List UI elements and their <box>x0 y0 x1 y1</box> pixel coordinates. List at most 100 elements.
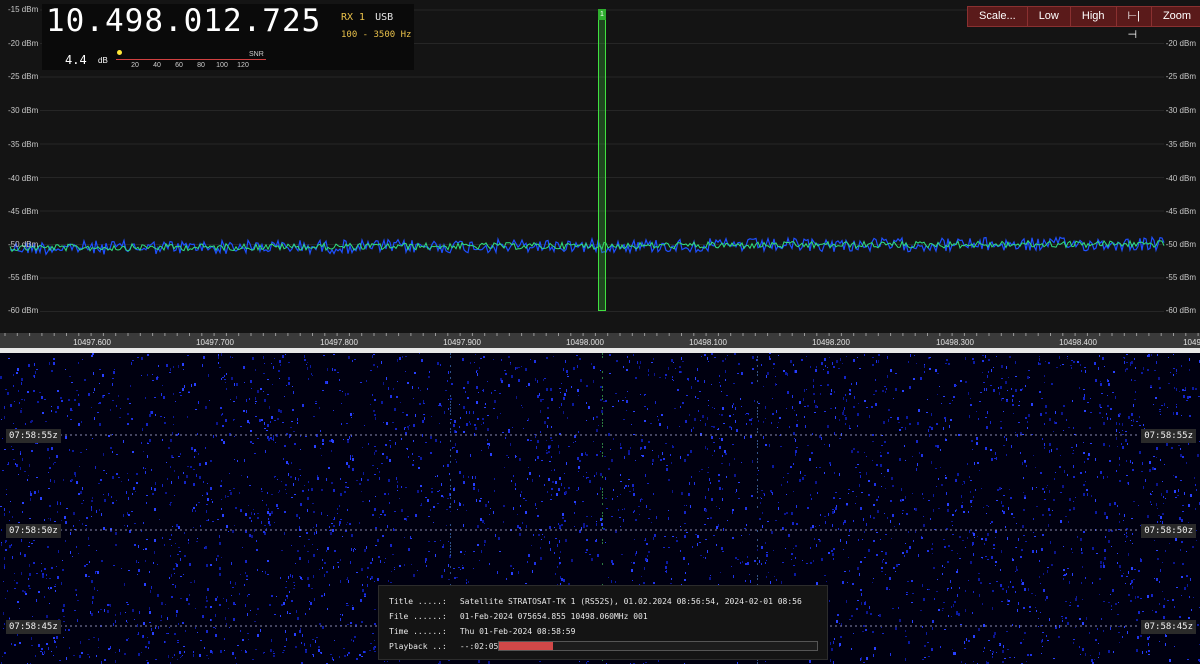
waterfall-pixel <box>401 509 403 512</box>
waterfall-pixel <box>151 628 152 631</box>
waterfall-pixel <box>305 649 307 650</box>
waterfall-pixel <box>998 387 999 389</box>
waterfall-pixel <box>1168 357 1169 358</box>
waterfall-pixel <box>973 591 974 593</box>
waterfall-pixel <box>428 551 430 552</box>
waterfall-pixel <box>1182 505 1184 506</box>
waterfall-pixel <box>173 416 174 418</box>
waterfall-pixel <box>487 443 489 445</box>
waterfall-pixel <box>644 420 646 422</box>
waterfall-pixel <box>177 659 178 660</box>
spectrum-display[interactable]: -15 dBm -20 dBm -25 dBm -30 dBm -35 dBm … <box>0 0 1200 333</box>
waterfall-pixel <box>225 495 226 498</box>
timestamp-right: 07:58:50z <box>1141 524 1196 538</box>
waterfall-pixel <box>552 481 554 483</box>
waterfall-pixel <box>459 503 461 506</box>
rx-mode[interactable]: RX 1 USB <box>341 12 393 23</box>
waterfall-pixel <box>794 410 795 411</box>
waterfall-pixel <box>1039 356 1040 357</box>
waterfall-pixel <box>389 459 391 462</box>
waterfall-pixel <box>375 527 377 529</box>
waterfall-pixel <box>982 355 984 356</box>
waterfall-pixel <box>793 491 794 492</box>
waterfall-pixel <box>268 518 269 520</box>
waterfall-pixel <box>187 466 189 467</box>
waterfall-pixel <box>579 358 581 360</box>
waterfall-pixel <box>1010 497 1012 499</box>
waterfall-pixel <box>312 375 313 376</box>
waterfall-pixel <box>611 580 612 583</box>
waterfall-pixel <box>369 500 370 502</box>
waterfall-pixel <box>959 587 960 589</box>
waterfall-carrier <box>450 440 451 442</box>
waterfall-pixel <box>697 368 698 371</box>
waterfall-pixel <box>605 477 606 480</box>
waterfall-pixel <box>982 360 984 362</box>
waterfall-pixel <box>848 489 850 490</box>
playback-progress-bar[interactable] <box>498 641 818 651</box>
zoom-button[interactable]: Zoom <box>1152 7 1200 26</box>
waterfall-pixel <box>86 449 87 450</box>
waterfall-carrier <box>602 389 603 391</box>
waterfall-pixel <box>840 636 842 638</box>
waterfall-pixel <box>322 390 324 391</box>
waterfall-pixel <box>145 646 147 648</box>
waterfall-pixel <box>663 547 665 548</box>
waterfall-pixel <box>983 624 985 627</box>
high-button[interactable]: High <box>1071 7 1117 26</box>
rx-marker-label[interactable]: 1 <box>598 9 606 20</box>
waterfall-pixel <box>1173 374 1174 376</box>
waterfall-pixel <box>1085 471 1086 473</box>
waterfall-pixel <box>600 399 602 401</box>
waterfall-pixel <box>202 495 203 496</box>
waterfall-pixel <box>868 480 870 482</box>
waterfall-pixel <box>825 521 826 524</box>
waterfall-pixel <box>983 507 984 508</box>
waterfall-pixel <box>76 390 78 391</box>
waterfall-pixel <box>971 440 973 442</box>
scale-button[interactable]: Scale... <box>968 7 1028 26</box>
frequency-display[interactable]: 10.498.012.725 <box>46 3 321 39</box>
waterfall-pixel <box>1092 582 1093 584</box>
waterfall-pixel <box>540 410 541 413</box>
waterfall-pixel <box>49 362 50 365</box>
waterfall-pixel <box>630 447 631 449</box>
waterfall-pixel <box>876 464 878 466</box>
waterfall-pixel <box>1007 604 1009 605</box>
waterfall-pixel <box>673 362 674 363</box>
rx-marker[interactable] <box>598 14 606 311</box>
timestamp-left: 07:58:45z <box>6 620 61 634</box>
waterfall-pixel <box>1124 357 1125 359</box>
waterfall-pixel <box>895 627 897 630</box>
waterfall-pixel <box>825 365 826 367</box>
waterfall-pixel <box>561 383 562 384</box>
waterfall-pixel <box>990 449 992 451</box>
waterfall-pixel <box>714 408 715 409</box>
waterfall-pixel <box>940 449 941 451</box>
waterfall-pixel <box>293 483 294 486</box>
fit-icon[interactable]: ⊢|⊣ <box>1117 7 1152 41</box>
low-button[interactable]: Low <box>1028 7 1071 26</box>
waterfall-pixel <box>305 613 306 615</box>
waterfall-pixel <box>196 541 198 542</box>
waterfall-pixel <box>76 546 77 548</box>
waterfall-pixel <box>475 354 476 355</box>
waterfall-pixel <box>718 480 720 482</box>
waterfall-pixel <box>418 387 419 389</box>
waterfall-pixel <box>990 421 991 424</box>
waterfall-pixel <box>196 504 197 506</box>
waterfall-pixel <box>311 373 312 375</box>
waterfall-pixel <box>747 562 749 565</box>
waterfall-pixel <box>311 488 313 491</box>
waterfall-pixel <box>356 572 358 573</box>
waterfall-pixel <box>456 450 458 453</box>
waterfall-pixel <box>404 537 405 538</box>
waterfall-pixel <box>515 483 516 486</box>
waterfall-pixel <box>127 398 129 400</box>
waterfall-pixel <box>928 589 930 590</box>
waterfall-pixel <box>1186 575 1188 577</box>
waterfall-pixel <box>28 585 30 587</box>
waterfall-pixel <box>1012 404 1014 406</box>
waterfall-pixel <box>536 508 537 509</box>
frequency-axis[interactable]: 10497.600 10497.700 10497.800 10497.900 … <box>0 333 1200 348</box>
